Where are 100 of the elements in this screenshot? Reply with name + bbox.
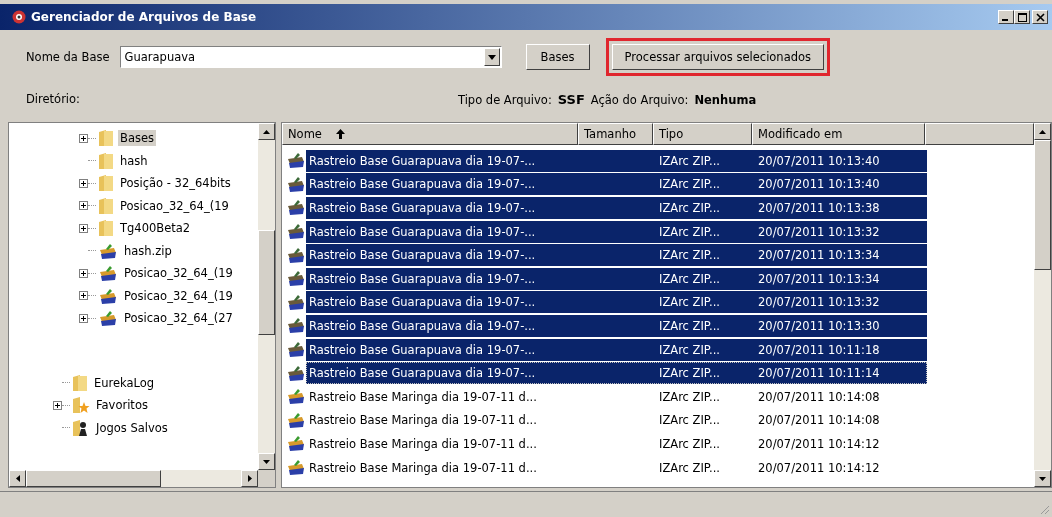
- scroll-right-icon: [247, 475, 252, 482]
- file-row[interactable]: Rastreio Base Guarapuava dia 19-07-... IZArc ZIP... 20/07/2011 10:13:38: [306, 197, 927, 219]
- tree-item[interactable]: EurekaLog: [92, 374, 157, 391]
- folder-icon: [98, 196, 114, 215]
- modified-date-cell-text: 20/07/2011 10:14:12: [757, 436, 881, 451]
- tree-item[interactable]: Posicao_32_64_(19: [118, 197, 231, 214]
- modified-date-cell-text: 20/07/2011 10:13:34: [757, 248, 881, 263]
- scroll-left-icon: [15, 475, 20, 482]
- modified-date-cell-text: 20/07/2011 10:13:40: [757, 153, 881, 168]
- file-row[interactable]: Rastreio Base Guarapuava dia 19-07-... IZArc ZIP... 20/07/2011 10:13:40: [306, 149, 927, 172]
- file-row[interactable]: Rastreio Base Maringa dia 19-07-11 d... IZArc ZIP... 20/07/2011 10:14:08: [306, 385, 927, 408]
- tree-item[interactable]: Posicao_32_64_(19: [122, 265, 235, 282]
- tree-item[interactable]: Jogos Salvos: [94, 419, 170, 436]
- file-name-cell-text: Rastreio Base Guarapuava dia 19-07-...: [308, 318, 537, 333]
- expand-icon[interactable]: [79, 291, 88, 301]
- file-row[interactable]: Rastreio Base Maringa dia 19-07-11 d... IZArc ZIP... 20/07/2011 10:14:12: [306, 432, 927, 455]
- archive-icon: [286, 317, 306, 335]
- column-header[interactable]: Tamanho: [578, 123, 653, 145]
- modified-date-cell-text: 20/07/2011 10:14:12: [757, 460, 881, 475]
- column-header[interactable]: Tipo: [653, 123, 752, 145]
- tree-item[interactable]: Tg400Beta2: [118, 220, 193, 237]
- file-name-cell-text: Rastreio Base Guarapuava dia 19-07-...: [308, 224, 537, 239]
- folder-icon: [98, 151, 114, 170]
- archive-icon: [286, 435, 306, 453]
- close-button[interactable]: [1032, 10, 1048, 24]
- tree-scrollbar[interactable]: [258, 123, 275, 470]
- dropdown-arrow-icon: [487, 54, 496, 60]
- file-type-cell-text: IZArc ZIP...: [658, 318, 721, 333]
- column-header[interactable]: Nome: [282, 123, 578, 145]
- archive-icon: [286, 223, 306, 241]
- column-header[interactable]: Modificado em: [752, 123, 925, 145]
- expand-icon[interactable]: [53, 400, 62, 410]
- file-type-cell-text: IZArc ZIP...: [658, 271, 721, 286]
- tree-item[interactable]: Posicao_32_64_(27: [122, 310, 235, 327]
- file-name-cell-text: Rastreio Base Guarapuava dia 19-07-...: [308, 177, 537, 192]
- modified-date-cell-text: 20/07/2011 10:13:34: [757, 271, 881, 286]
- archive-icon: [286, 175, 306, 193]
- archive-icon: [286, 270, 306, 288]
- modified-date-cell-text: 20/07/2011 10:13:32: [757, 224, 881, 239]
- file-name-cell-text: Rastreio Base Maringa dia 19-07-11 d...: [308, 436, 538, 451]
- file-row[interactable]: Rastreio Base Guarapuava dia 19-07-... IZArc ZIP... 20/07/2011 10:13:32: [306, 291, 927, 314]
- tree-item[interactable]: hash.zip: [122, 242, 174, 259]
- tree-item[interactable]: hash: [118, 152, 150, 169]
- tree-item[interactable]: Posicao_32_64_(19: [122, 287, 235, 304]
- file-type-cell-text: IZArc ZIP...: [658, 436, 721, 451]
- file-name-cell-text: Rastreio Base Guarapuava dia 19-07-...: [308, 201, 537, 215]
- game-folder-icon: [72, 418, 90, 437]
- file-row[interactable]: Rastreio Base Guarapuava dia 19-07-... IZArc ZIP... 20/07/2011 10:13:32: [306, 220, 927, 243]
- file-type-cell-text: IZArc ZIP...: [658, 177, 721, 192]
- expand-icon[interactable]: [79, 268, 88, 278]
- tree-horizontal-scrollbar[interactable]: [9, 470, 275, 487]
- star-folder-icon: [72, 396, 90, 415]
- file-row[interactable]: Rastreio Base Guarapuava dia 19-07-... IZArc ZIP... 20/07/2011 10:11:18: [306, 338, 927, 361]
- modified-date-cell-text: 20/07/2011 10:13:38: [757, 201, 881, 215]
- bases-button[interactable]: Bases: [525, 44, 590, 70]
- expand-icon[interactable]: [79, 223, 88, 233]
- modified-date-cell-text: 20/07/2011 10:13:32: [757, 295, 881, 310]
- file-action-label: Ação do Arquivo:: [590, 92, 689, 107]
- maximize-button[interactable]: [1014, 10, 1030, 24]
- expand-icon[interactable]: [79, 201, 88, 211]
- file-name-cell-text: Rastreio Base Maringa dia 19-07-11 d...: [308, 460, 538, 475]
- scrollbar-corner: [258, 470, 275, 487]
- file-row[interactable]: Rastreio Base Guarapuava dia 19-07-... IZArc ZIP... 20/07/2011 10:13:40: [306, 173, 927, 196]
- file-type-cell-text: IZArc ZIP...: [658, 413, 721, 428]
- expand-icon[interactable]: [79, 178, 88, 188]
- modified-date-cell-text: 20/07/2011 10:11:18: [757, 342, 881, 357]
- expand-icon[interactable]: [79, 133, 88, 143]
- app-icon: [12, 10, 26, 24]
- file-row[interactable]: Rastreio Base Guarapuava dia 19-07-... IZArc ZIP... 20/07/2011 10:13:30: [306, 314, 927, 337]
- list-scrollbar[interactable]: [1034, 123, 1051, 487]
- scroll-down-icon: [1039, 476, 1046, 481]
- file-row[interactable]: Rastreio Base Guarapuava dia 19-07-... IZArc ZIP... 20/07/2011 10:13:34: [306, 267, 927, 290]
- archive-icon: [98, 310, 118, 327]
- file-row[interactable]: Rastreio Base Maringa dia 19-07-11 d... IZArc ZIP... 20/07/2011 10:14:12: [306, 456, 927, 479]
- archive-icon: [98, 242, 118, 259]
- file-row[interactable]: Rastreio Base Maringa dia 19-07-11 d... IZArc ZIP... 20/07/2011 10:14:08: [306, 409, 927, 432]
- file-name-cell-text: Rastreio Base Guarapuava dia 19-07-...: [308, 153, 537, 168]
- tree-item[interactable]: Favoritos: [94, 397, 150, 414]
- file-row[interactable]: Rastreio Base Guarapuava dia 19-07-... IZArc ZIP... 20/07/2011 10:13:34: [306, 244, 927, 267]
- base-name-dropdown[interactable]: Guarapuava: [119, 46, 502, 68]
- tree-item[interactable]: Bases: [118, 130, 156, 147]
- file-type-cell-text: IZArc ZIP...: [658, 248, 721, 263]
- resize-grip-icon[interactable]: [1038, 503, 1050, 515]
- expand-icon[interactable]: [79, 313, 88, 323]
- archive-icon: [286, 246, 306, 264]
- process-files-button[interactable]: Processar arquivos selecionados: [611, 44, 825, 70]
- scroll-down-icon: [263, 459, 270, 464]
- modified-date-cell-text: 20/07/2011 10:14:08: [757, 389, 881, 404]
- file-action-value: Nenhuma: [694, 92, 757, 107]
- scroll-up-icon: [263, 129, 270, 134]
- tree-item[interactable]: Posição - 32_64bits: [118, 175, 233, 192]
- file-type-cell-text: IZArc ZIP...: [658, 389, 721, 404]
- file-type-cell-text: IZArc ZIP...: [658, 153, 721, 168]
- file-type-label: Tipo de Arquivo:: [458, 92, 552, 107]
- archive-icon: [286, 459, 306, 476]
- archive-icon: [286, 388, 306, 406]
- minimize-button[interactable]: [998, 10, 1014, 24]
- base-name-label: Nome da Base: [26, 50, 110, 64]
- folder-icon: [98, 219, 114, 238]
- file-row[interactable]: Rastreio Base Guarapuava dia 19-07-... IZArc ZIP... 20/07/2011 10:11:14: [306, 362, 927, 385]
